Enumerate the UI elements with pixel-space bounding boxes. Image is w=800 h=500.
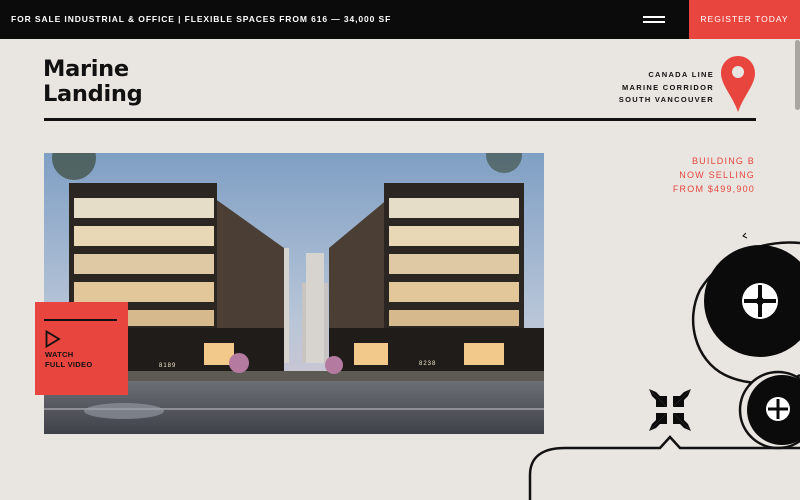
watch-video-line-1: WATCH bbox=[45, 350, 74, 359]
menu-icon[interactable] bbox=[643, 14, 665, 26]
building-number-right: 8238 bbox=[419, 361, 437, 367]
promo-text: BUILDING B NOW SELLING FROM $499,900 bbox=[673, 154, 755, 196]
location-line-2: MARINE CORRIDOR bbox=[622, 82, 714, 92]
map-pin-icon bbox=[721, 56, 755, 112]
location-text: CANADA LINE MARINE CORRIDOR SOUTH VANCOU… bbox=[619, 69, 714, 107]
reel-icon bbox=[704, 245, 800, 357]
video-card-rule bbox=[44, 319, 117, 321]
location-line-3: SOUTH VANCOUVER bbox=[618, 95, 714, 104]
announcement-text: FOR SALE INDUSTRIAL & OFFICE | FLEXIBLE … bbox=[11, 14, 392, 24]
watch-video-label: WATCH FULL VIDEO bbox=[45, 350, 92, 370]
header-divider bbox=[44, 118, 756, 121]
logo-line-2: Landing bbox=[43, 81, 143, 107]
watch-video-button[interactable]: WATCH FULL VIDEO bbox=[35, 302, 128, 395]
register-today-button[interactable]: REGISTER TODAY bbox=[689, 0, 800, 39]
scrollbar-thumb[interactable] bbox=[795, 40, 800, 110]
decorative-reel-graphic bbox=[528, 232, 800, 500]
collapse-arrows-icon bbox=[649, 389, 691, 431]
building-number-left: 8189 bbox=[159, 363, 177, 369]
promo-line-1: BUILDING B bbox=[691, 156, 755, 166]
promo-line-3: FROM $499,900 bbox=[672, 184, 755, 194]
top-bar: FOR SALE INDUSTRIAL & OFFICE | FLEXIBLE … bbox=[0, 0, 800, 39]
site-logo[interactable]: Marine Landing bbox=[43, 56, 143, 107]
location-line-1: CANADA LINE bbox=[648, 70, 714, 79]
play-icon bbox=[45, 330, 61, 348]
promo-line-2: NOW SELLING bbox=[679, 170, 755, 180]
logo-line-1: Marine bbox=[43, 56, 129, 82]
watch-video-line-2: FULL VIDEO bbox=[45, 360, 93, 369]
